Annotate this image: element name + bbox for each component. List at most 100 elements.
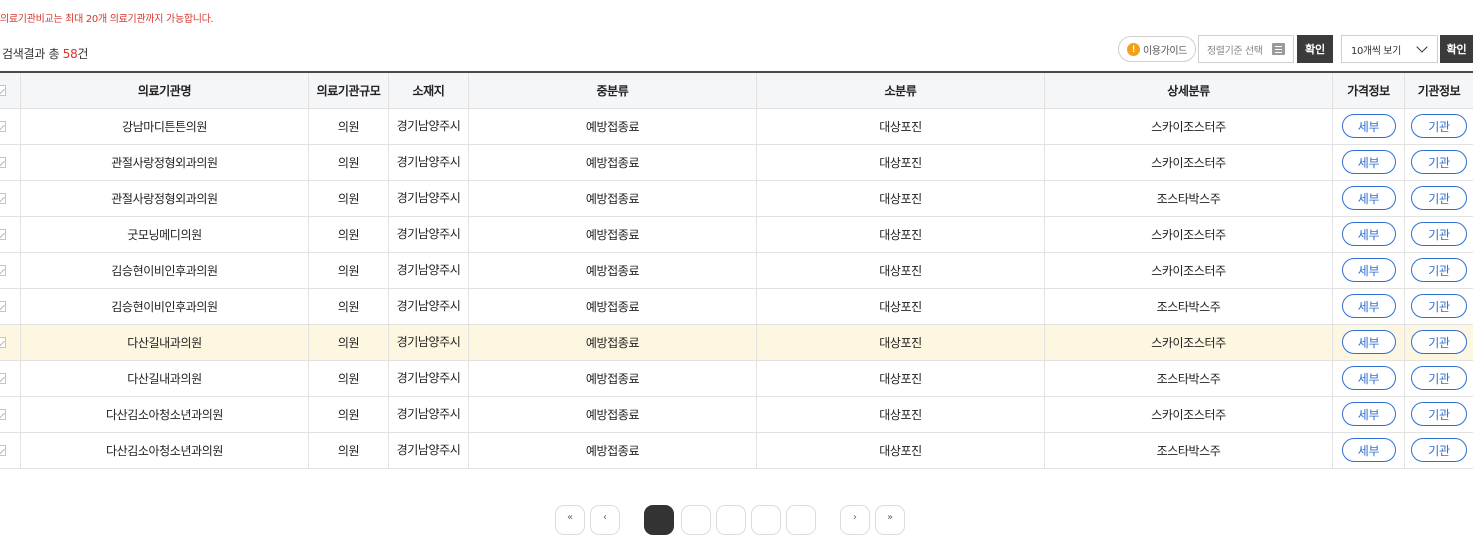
- table-row: 관절사랑정형외과의원의원경기남양주시예방접종료대상포진스카이조스터주세부기관: [0, 144, 1473, 180]
- detail-category-cell: 스카이조스터주: [1045, 144, 1333, 180]
- price-info-cell: 세부: [1333, 288, 1405, 324]
- mid-category-cell: 예방접종료: [469, 396, 757, 432]
- page-number-button[interactable]: [681, 505, 711, 535]
- page-number-button[interactable]: [644, 505, 674, 535]
- org-scale-cell: 의원: [309, 288, 389, 324]
- row-select-cell: [0, 108, 21, 144]
- row-checkbox[interactable]: [0, 373, 6, 384]
- row-checkbox[interactable]: [0, 121, 6, 132]
- org-info-button[interactable]: 기관: [1411, 258, 1467, 282]
- row-checkbox[interactable]: [0, 265, 6, 276]
- mid-category-cell: 예방접종료: [469, 432, 757, 468]
- sub-category-cell: 대상포진: [757, 216, 1045, 252]
- per-page-confirm-button[interactable]: 확인: [1440, 35, 1473, 63]
- sub-category-cell: 대상포진: [757, 288, 1045, 324]
- usage-guide-button[interactable]: ! 이용가이드: [1118, 36, 1196, 62]
- col-header-mid-category: 중분류: [469, 72, 757, 108]
- last-page-button[interactable]: »: [875, 505, 905, 535]
- price-detail-button[interactable]: 세부: [1342, 402, 1396, 426]
- price-info-cell: 세부: [1333, 180, 1405, 216]
- org-scale-cell: 의원: [309, 396, 389, 432]
- per-page-select[interactable]: 10개씩 보기: [1341, 35, 1438, 63]
- sort-confirm-button[interactable]: 확인: [1297, 35, 1333, 63]
- org-name-cell: 다산김소아청소년과의원: [21, 396, 309, 432]
- price-detail-button[interactable]: 세부: [1342, 150, 1396, 174]
- price-detail-button[interactable]: 세부: [1342, 186, 1396, 210]
- row-checkbox[interactable]: [0, 301, 6, 312]
- price-detail-button[interactable]: 세부: [1342, 366, 1396, 390]
- location-cell: 경기남양주시: [389, 108, 469, 144]
- org-info-button[interactable]: 기관: [1411, 366, 1467, 390]
- price-detail-button[interactable]: 세부: [1342, 330, 1396, 354]
- location-cell: 경기남양주시: [389, 216, 469, 252]
- col-header-scale: 의료기관규모: [309, 72, 389, 108]
- table-header-row: 의료기관명 의료기관규모 소재지 중분류 소분류 상세분류 가격정보 기관정보: [0, 72, 1473, 108]
- location-cell: 경기남양주시: [389, 144, 469, 180]
- row-select-cell: [0, 288, 21, 324]
- org-info-button[interactable]: 기관: [1411, 330, 1467, 354]
- select-all-checkbox[interactable]: [0, 85, 6, 96]
- prev-page-button[interactable]: ‹: [590, 505, 620, 535]
- org-scale-cell: 의원: [309, 108, 389, 144]
- mid-category-cell: 예방접종료: [469, 360, 757, 396]
- price-detail-button[interactable]: 세부: [1342, 114, 1396, 138]
- row-checkbox[interactable]: [0, 445, 6, 456]
- col-header-location: 소재지: [389, 72, 469, 108]
- sub-category-cell: 대상포진: [757, 324, 1045, 360]
- price-detail-button[interactable]: 세부: [1342, 222, 1396, 246]
- first-page-button[interactable]: «: [555, 505, 585, 535]
- org-info-button[interactable]: 기관: [1411, 294, 1467, 318]
- page-number-button[interactable]: [786, 505, 816, 535]
- org-name-cell: 관절사랑정형외과의원: [21, 144, 309, 180]
- price-detail-button[interactable]: 세부: [1342, 258, 1396, 282]
- row-checkbox[interactable]: [0, 409, 6, 420]
- row-checkbox[interactable]: [0, 229, 6, 240]
- next-page-button[interactable]: ›: [840, 505, 870, 535]
- row-checkbox[interactable]: [0, 157, 6, 168]
- row-checkbox[interactable]: [0, 193, 6, 204]
- usage-guide-label: 이용가이드: [1143, 42, 1187, 57]
- org-info-cell: 기관: [1405, 216, 1473, 252]
- price-detail-button[interactable]: 세부: [1342, 438, 1396, 462]
- row-select-cell: [0, 324, 21, 360]
- per-page-value: 10개씩 보기: [1351, 42, 1401, 57]
- page-number-button[interactable]: [751, 505, 781, 535]
- mid-category-cell: 예방접종료: [469, 216, 757, 252]
- price-info-cell: 세부: [1333, 432, 1405, 468]
- detail-category-cell: 조스타박스주: [1045, 180, 1333, 216]
- org-info-cell: 기관: [1405, 288, 1473, 324]
- table-row: 다산길내과의원의원경기남양주시예방접종료대상포진조스타박스주세부기관: [0, 360, 1473, 396]
- price-detail-button[interactable]: 세부: [1342, 294, 1396, 318]
- sort-criteria-placeholder: 정렬기준 선택: [1207, 42, 1263, 57]
- table-row: 굿모닝메디의원의원경기남양주시예방접종료대상포진스카이조스터주세부기관: [0, 216, 1473, 252]
- org-info-button[interactable]: 기관: [1411, 402, 1467, 426]
- sort-criteria-select[interactable]: 정렬기준 선택: [1198, 35, 1294, 63]
- row-select-cell: [0, 396, 21, 432]
- table-row: 관절사랑정형외과의원의원경기남양주시예방접종료대상포진조스타박스주세부기관: [0, 180, 1473, 216]
- results-table: 의료기관명 의료기관규모 소재지 중분류 소분류 상세분류 가격정보 기관정보 …: [0, 71, 1473, 469]
- list-icon: [1272, 43, 1285, 55]
- org-info-button[interactable]: 기관: [1411, 186, 1467, 210]
- org-info-button[interactable]: 기관: [1411, 114, 1467, 138]
- org-info-button[interactable]: 기관: [1411, 438, 1467, 462]
- detail-category-cell: 스카이조스터주: [1045, 216, 1333, 252]
- org-info-button[interactable]: 기관: [1411, 222, 1467, 246]
- org-info-cell: 기관: [1405, 324, 1473, 360]
- org-info-button[interactable]: 기관: [1411, 150, 1467, 174]
- price-info-cell: 세부: [1333, 360, 1405, 396]
- location-cell: 경기남양주시: [389, 396, 469, 432]
- detail-category-cell: 조스타박스주: [1045, 432, 1333, 468]
- row-checkbox[interactable]: [0, 337, 6, 348]
- sub-category-cell: 대상포진: [757, 252, 1045, 288]
- price-info-cell: 세부: [1333, 216, 1405, 252]
- result-prefix: 검색결과 총: [2, 47, 63, 61]
- org-name-cell: 다산길내과의원: [21, 324, 309, 360]
- org-scale-cell: 의원: [309, 324, 389, 360]
- location-cell: 경기남양주시: [389, 288, 469, 324]
- org-name-cell: 강남마디튼튼의원: [21, 108, 309, 144]
- sub-category-cell: 대상포진: [757, 396, 1045, 432]
- page-number-button[interactable]: [716, 505, 746, 535]
- result-total: 58: [63, 47, 78, 61]
- detail-category-cell: 조스타박스주: [1045, 288, 1333, 324]
- table-row: 다산길내과의원의원경기남양주시예방접종료대상포진스카이조스터주세부기관: [0, 324, 1473, 360]
